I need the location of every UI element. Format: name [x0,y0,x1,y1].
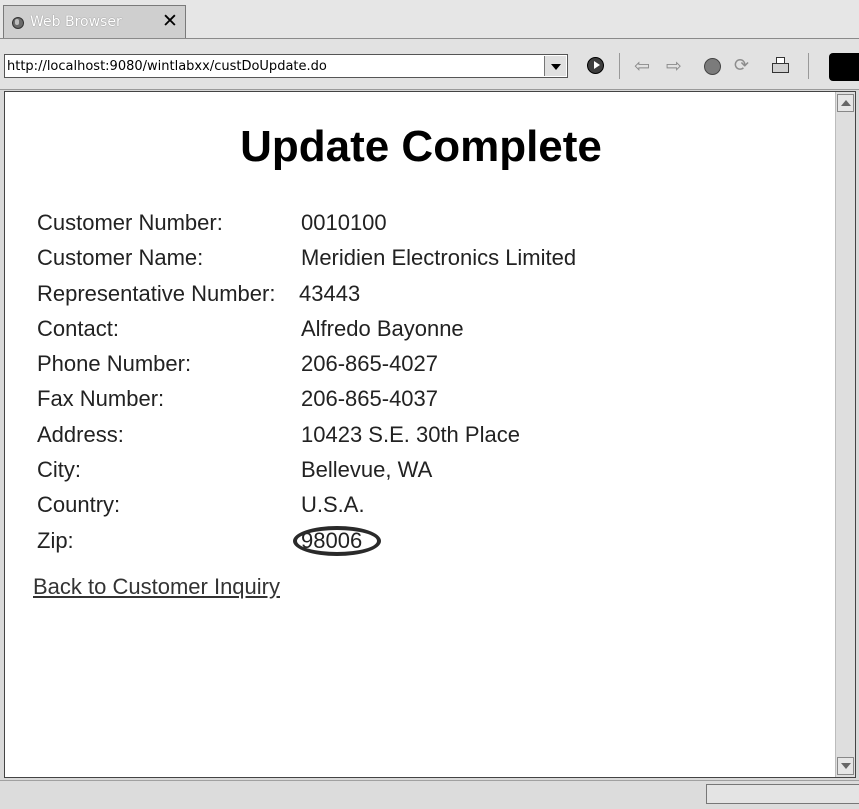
scroll-down-icon[interactable] [837,757,854,775]
toolbar-extension[interactable] [829,53,859,81]
field-label: Phone Number: [37,351,192,377]
url-input[interactable] [7,56,539,76]
tab-strip: Web Browser ✕ [0,0,859,39]
field-label: Address: [37,421,124,447]
close-icon[interactable]: ✕ [162,10,178,32]
forward-icon: ⇨ [666,55,682,77]
field-value: 206-865-4037 [301,386,439,412]
dropdown-icon[interactable] [544,56,566,76]
vertical-scrollbar[interactable] [835,92,855,777]
tab-web-browser[interactable]: Web Browser ✕ [3,5,186,38]
field-value: Meridien Electronics Limited [301,245,577,271]
refresh-button[interactable]: ⟳ [734,55,756,77]
field-value: U.S.A. [301,492,365,518]
page-viewport: Update Complete Customer Number: 0010100 … [4,91,856,778]
progress-indicator [706,784,859,804]
field-value: 10423 S.E. 30th Place [301,421,520,447]
highlight-circle [293,525,381,556]
printer-body [772,63,789,73]
address-bar [4,54,568,78]
field-label: Representative Number: [37,280,276,306]
toolbar-separator [619,53,620,79]
field-label: Zip: [37,527,74,553]
browser-toolbar: ⇦ ⇨ ⟳ [0,39,859,90]
field-label: City: [37,457,81,483]
stop-icon [704,58,721,75]
globe-icon [12,17,24,29]
scroll-up-icon[interactable] [837,94,854,112]
field-label: Fax Number: [37,386,165,412]
stop-button[interactable] [702,55,724,77]
field-value: Alfredo Bayonne [301,315,464,341]
field-label: Contact: [37,315,119,341]
field-value: 0010100 [301,210,387,235]
go-icon [587,57,604,74]
field-label: Customer Number: [37,210,223,235]
field-value: 206-865-4027 [301,351,439,377]
forward-button[interactable]: ⇨ [665,55,687,77]
refresh-icon: ⟳ [734,55,750,76]
status-bar [0,780,859,809]
back-button[interactable]: ⇦ [633,55,655,77]
page-title: Update Complete [240,122,602,171]
field-value: Bellevue, WA [301,457,433,483]
tab-title: Web Browser [30,14,122,30]
field-label: Customer Name: [37,245,204,271]
back-icon: ⇦ [634,55,650,77]
go-button[interactable] [585,55,607,77]
print-button[interactable] [770,55,792,77]
field-value: 43443 [299,280,361,306]
toolbar-separator [808,53,809,79]
back-to-customer-inquiry-link[interactable]: Back to Customer Inquiry [33,574,280,600]
field-label: Country: [37,492,121,518]
